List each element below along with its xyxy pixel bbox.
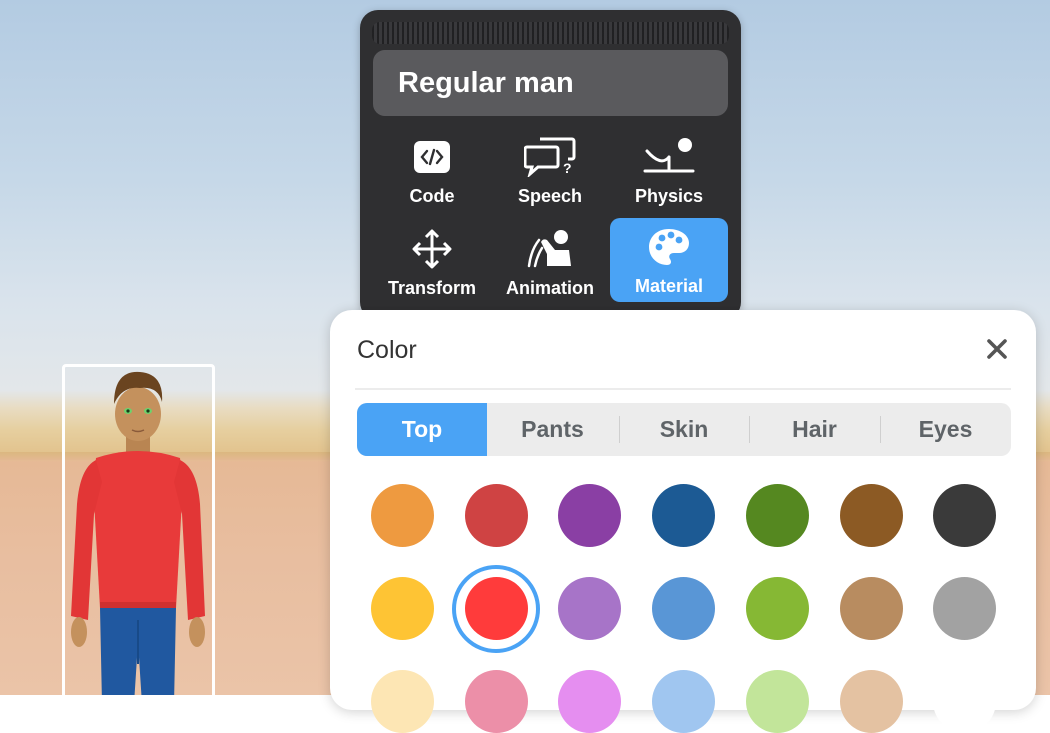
animation-label: Animation	[506, 278, 594, 298]
drag-handle[interactable]	[372, 22, 729, 44]
color-swatch[interactable]	[933, 484, 997, 547]
color-swatch[interactable]	[745, 670, 809, 733]
color-panel-title: Color	[357, 336, 417, 364]
color-swatch[interactable]	[558, 484, 622, 547]
color-swatch[interactable]	[745, 577, 809, 640]
color-swatch[interactable]	[652, 670, 716, 733]
material-button[interactable]: Material	[610, 218, 728, 302]
tab-pants[interactable]: Pants	[487, 403, 618, 456]
move-arrows-icon	[373, 228, 491, 270]
color-swatch[interactable]	[652, 577, 716, 640]
physics-button[interactable]: Physics	[610, 128, 728, 212]
selected-character[interactable]	[62, 364, 215, 695]
code-label: Code	[409, 186, 455, 206]
speech-label: Speech	[517, 186, 583, 206]
color-swatch[interactable]	[464, 577, 528, 640]
color-swatch[interactable]	[745, 484, 809, 547]
color-swatch[interactable]	[933, 577, 997, 640]
selection-outline	[62, 364, 215, 695]
color-panel: Color Top Pants Skin Hair Eyes	[330, 310, 1036, 733]
speech-button[interactable]: ? Speech	[491, 128, 609, 212]
color-swatch[interactable]	[558, 577, 622, 640]
transform-label: Transform	[387, 278, 477, 298]
speech-bubbles-icon: ?	[491, 136, 609, 178]
divider	[355, 388, 1011, 390]
animation-button[interactable]: Animation	[491, 220, 609, 304]
color-target-tabs: Top Pants Skin Hair Eyes	[357, 403, 1011, 456]
color-swatch[interactable]	[839, 670, 903, 733]
tab-eyes[interactable]: Eyes	[880, 403, 1011, 456]
color-swatch[interactable]	[839, 484, 903, 547]
physics-label: Physics	[634, 186, 704, 206]
color-swatch[interactable]	[558, 670, 622, 733]
color-swatch[interactable]	[464, 484, 528, 547]
color-swatch[interactable]	[371, 577, 434, 640]
color-swatch[interactable]	[371, 484, 434, 547]
color-swatch[interactable]	[839, 577, 903, 640]
code-icon	[373, 136, 491, 178]
animation-figure-icon	[491, 228, 609, 270]
object-panel: Regular man Code ? Speech Physics Transf…	[360, 10, 741, 320]
object-name-field[interactable]: Regular man	[373, 50, 728, 116]
color-swatch[interactable]	[464, 670, 528, 733]
palette-icon	[610, 226, 728, 268]
color-swatch[interactable]	[652, 484, 716, 547]
tab-skin[interactable]: Skin	[619, 403, 749, 456]
transform-button[interactable]: Transform	[373, 220, 491, 304]
material-label: Material	[634, 276, 704, 296]
close-icon[interactable]	[982, 334, 1012, 364]
tab-hair[interactable]: Hair	[749, 403, 880, 456]
svg-text:?: ?	[563, 160, 572, 176]
color-swatch[interactable]	[933, 670, 997, 733]
physics-icon	[610, 136, 728, 178]
color-swatch[interactable]	[371, 670, 434, 733]
tab-top[interactable]: Top	[357, 403, 487, 456]
code-button[interactable]: Code	[373, 128, 491, 212]
